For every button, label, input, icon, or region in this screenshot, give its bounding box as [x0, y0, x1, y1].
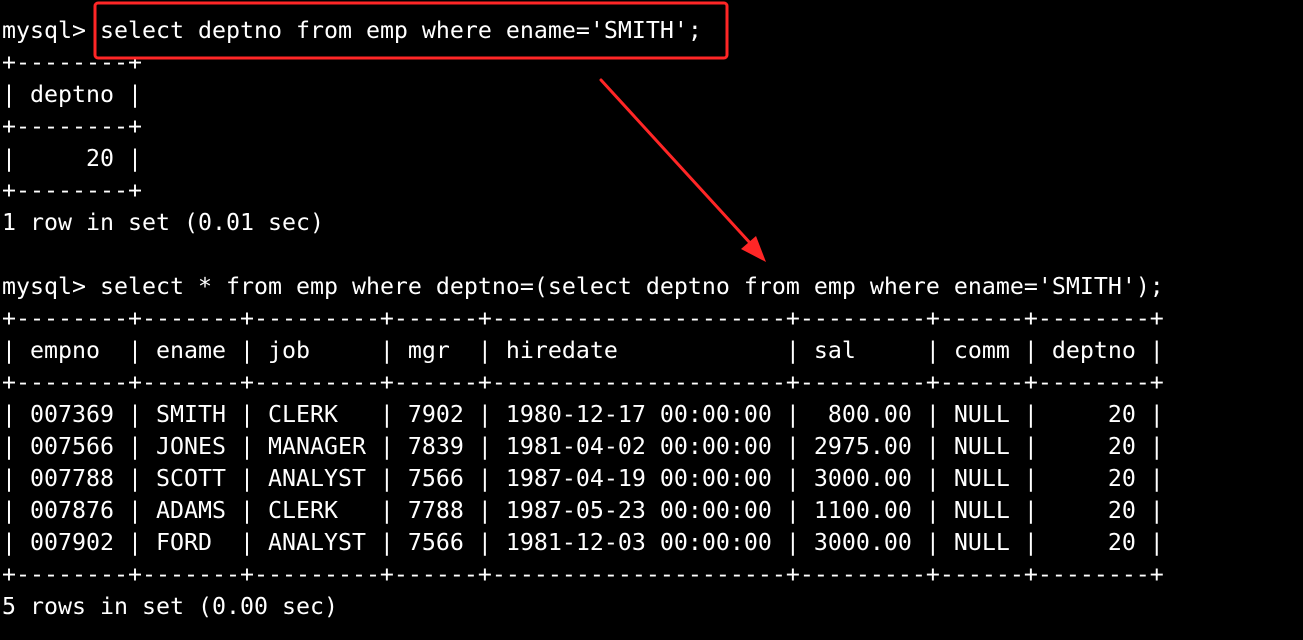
result-2-header: | empno | ename | job | mgr | hiredate |… [2, 337, 1164, 364]
table-row: | 007876 | ADAMS | CLERK | 7788 | 1987-0… [2, 497, 1164, 524]
result-1-border-mid: +--------+ [2, 113, 142, 140]
query-2: select * from emp where deptno=(select d… [99, 273, 1164, 300]
prompt: mysql> [2, 273, 100, 300]
table-row: | 007566 | JONES | MANAGER | 7839 | 1981… [2, 433, 1164, 460]
result-1-border-top: +--------+ [2, 49, 142, 76]
result-2-status: 5 rows in set (0.00 sec) [2, 593, 338, 620]
prompt-line-2: mysql> select * from emp where deptno=(s… [2, 271, 1164, 303]
result-2-border-top: +--------+-------+---------+------+-----… [2, 305, 1164, 332]
result-2-border-mid: +--------+-------+---------+------+-----… [2, 369, 1164, 396]
table-row: | 007902 | FORD | ANALYST | 7566 | 1981-… [2, 529, 1164, 556]
result-1-row: | 20 | [2, 145, 142, 172]
query-1: select deptno from emp where ename='SMIT… [99, 17, 702, 44]
prompt: mysql> [2, 17, 100, 44]
result-1-border-bottom: +--------+ [2, 177, 142, 204]
table-row: | 007788 | SCOTT | ANALYST | 7566 | 1987… [2, 465, 1164, 492]
prompt-line-1: mysql> select deptno from emp where enam… [2, 15, 1164, 47]
result-1-status: 1 row in set (0.01 sec) [2, 209, 324, 236]
table-row: | 007369 | SMITH | CLERK | 7902 | 1980-1… [2, 401, 1164, 428]
terminal-output: mysql> select deptno from emp where enam… [2, 15, 1164, 623]
result-2-border-bottom: +--------+-------+---------+------+-----… [2, 561, 1164, 588]
result-1-header: | deptno | [2, 81, 142, 108]
